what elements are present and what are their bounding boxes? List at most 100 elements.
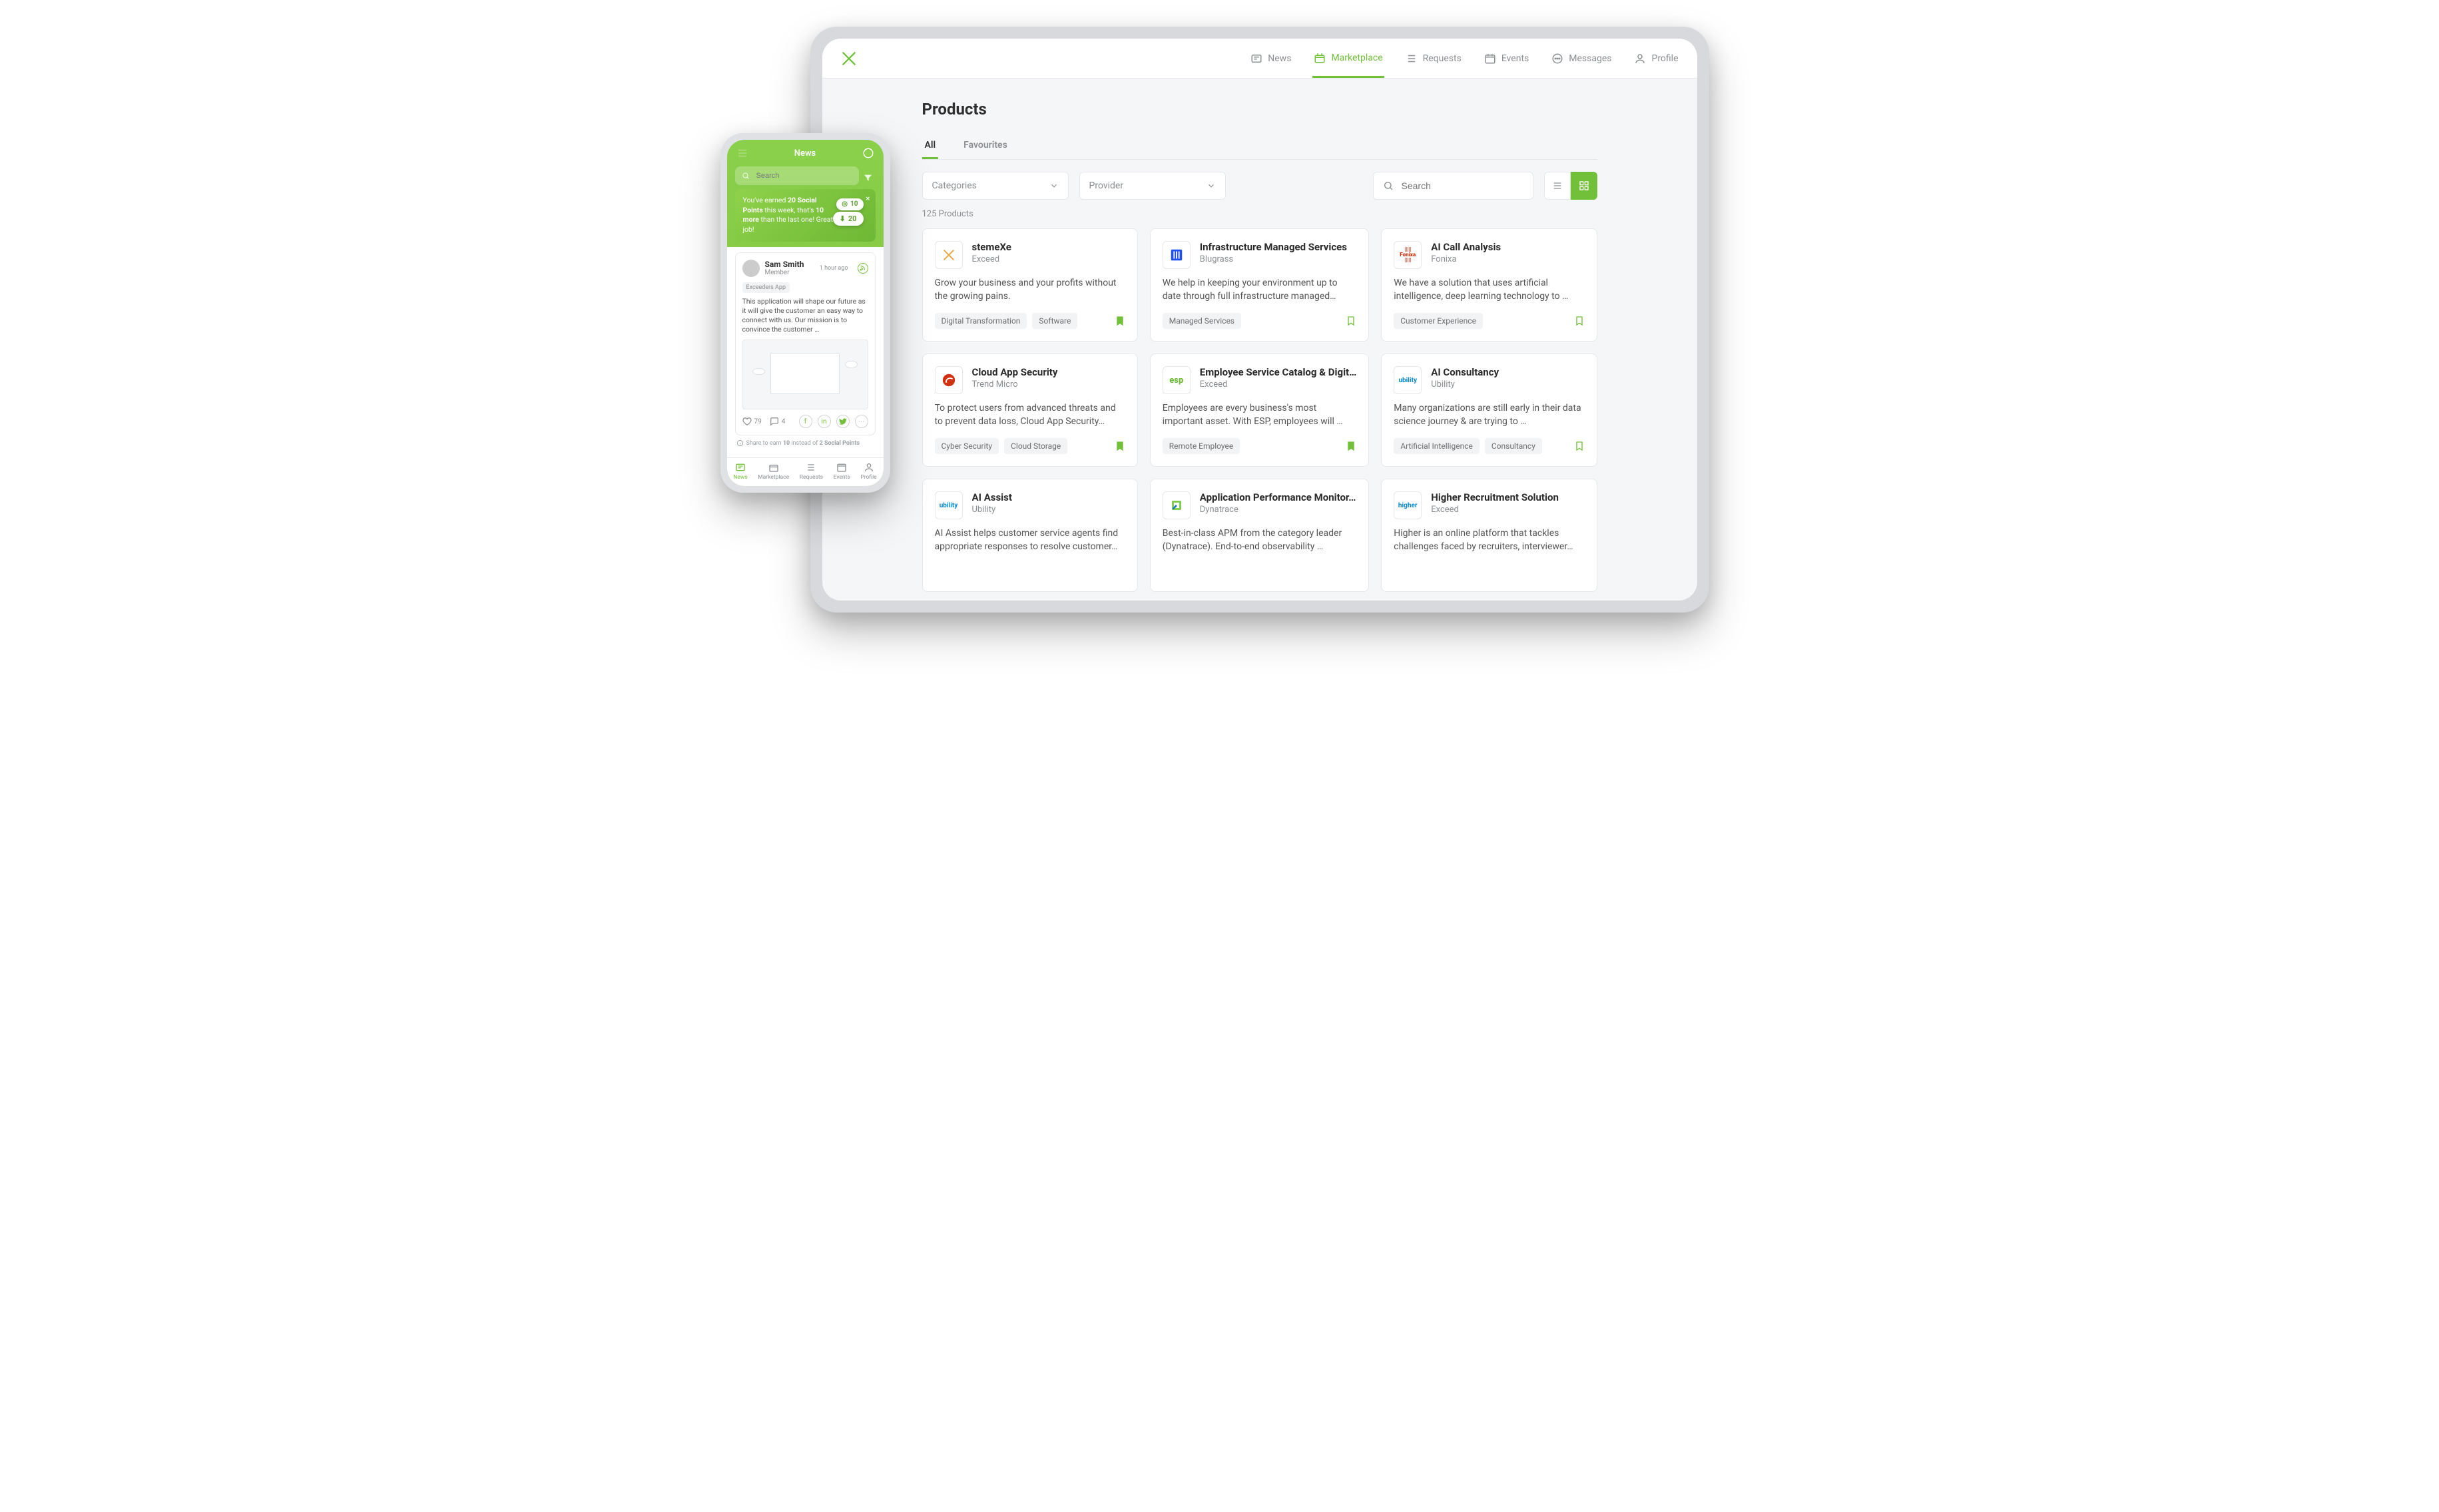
phone-tab-news[interactable]: News [733,462,747,481]
share-text: 10 [783,440,790,447]
product-card[interactable]: |||||Fonixa||||| AI Call Analysis Fonixa… [1381,228,1597,342]
requests-icon [1406,53,1418,65]
product-desc: To protect users from advanced threats a… [935,402,1125,428]
product-logo [935,241,963,269]
product-name: Application Performance Monitor… [1200,491,1356,503]
facebook-share-button[interactable]: f [799,415,812,428]
product-name: AI Call Analysis [1431,241,1584,253]
product-card[interactable]: stemeXe Exceed Grow your business and yo… [922,228,1138,342]
top-nav: News Marketplace Requests Events [822,39,1697,79]
phone-tab-profile[interactable]: Profile [860,462,876,481]
nav-messages[interactable]: Messages [1550,40,1613,77]
more-button[interactable]: ⋯ [855,415,868,428]
news-icon [1250,53,1262,65]
comment-button[interactable]: 4 [770,417,786,426]
like-count: 79 [754,418,762,425]
nav-events[interactable]: Events [1483,40,1530,77]
post-image[interactable] [742,340,868,409]
profile-icon [1634,53,1646,65]
nav-label: Profile [1651,53,1678,64]
post-time: 1 hour ago [820,265,848,272]
phone-tab-requests[interactable]: Requests [800,462,823,481]
nav-requests[interactable]: Requests [1404,40,1463,77]
bookmark-icon[interactable] [1346,440,1356,452]
content-area: Products All Favourites Categories Provi… [822,79,1697,601]
phone-title: News [727,148,884,158]
provider-select[interactable]: Provider [1079,172,1226,200]
bookmark-icon[interactable] [1346,315,1356,327]
bookmark-icon[interactable] [1574,315,1585,327]
search-box[interactable] [1373,172,1533,200]
product-desc: Employees are every business's most impo… [1163,402,1356,428]
product-desc: Higher is an online platform that tackle… [1394,527,1584,553]
grid-view-button[interactable] [1571,172,1597,200]
phone-search-input[interactable] [755,171,852,180]
nav-label: Marketplace [1331,53,1382,63]
banner-text: You've earned [743,196,788,204]
filter-icon[interactable] [863,172,873,183]
product-grid: stemeXe Exceed Grow your business and yo… [922,228,1597,592]
product-card[interactable]: ubility AI Assist Ubility AI Assist help… [922,479,1138,592]
bookmark-icon[interactable] [1115,440,1125,452]
tag-chip: Consultancy [1485,438,1542,454]
tab-label: Profile [860,474,876,481]
post-text: This application will shape our future a… [742,297,868,335]
chevron-down-icon [1049,181,1059,190]
phone-search[interactable] [735,166,859,185]
search-input[interactable] [1400,180,1523,192]
tab-label: Requests [800,474,823,481]
share-text: 2 Social Points [820,440,860,447]
twitter-share-button[interactable] [836,415,850,428]
app-tag: Exceeders App [742,282,790,293]
profile-icon [864,462,874,473]
nav-news[interactable]: News [1249,40,1292,77]
banner-text: this week, that's [763,206,816,214]
product-name: Higher Recruitment Solution [1431,491,1584,503]
list-view-button[interactable] [1544,172,1571,200]
nav-label: News [1268,53,1291,64]
coin-value: 10 [850,200,858,209]
page-title: Products [922,100,1597,119]
tab-label: Events [834,474,850,481]
tab-favourites[interactable]: Favourites [961,133,1010,159]
product-card[interactable]: ubility AI Consultancy Ubility Many orga… [1381,354,1597,467]
product-card[interactable]: Application Performance Monitor… Dynatra… [1150,479,1369,592]
product-provider: Exceed [972,254,1125,264]
product-card[interactable]: esp Employee Service Catalog & Digit… Ex… [1150,354,1369,467]
tag-chip: Customer Experience [1394,313,1483,329]
share-hint: Share to earn 10 instead of 2 Social Poi… [735,435,876,448]
phone-tab-events[interactable]: Events [834,462,850,481]
rss-icon[interactable] [858,263,868,274]
product-logo: ubility [1394,366,1422,394]
close-icon[interactable]: × [866,193,870,204]
coin-large: ⬇ 20 [833,212,864,226]
nav-marketplace[interactable]: Marketplace [1312,40,1384,78]
tablet-screen: News Marketplace Requests Events [822,39,1697,601]
events-icon [836,462,847,473]
tag-chip: Digital Transformation [935,313,1027,329]
bookmark-icon[interactable] [1574,440,1585,452]
categories-select[interactable]: Categories [922,172,1069,200]
tag-chip: Artificial Intelligence [1394,438,1480,454]
product-count: 125 Products [922,209,1597,219]
product-tabs: All Favourites [922,133,1597,160]
bookmark-icon[interactable] [1115,315,1125,327]
avatar[interactable] [742,260,760,277]
product-card[interactable]: higher Higher Recruitment Solution Excee… [1381,479,1597,592]
product-logo: ubility [935,491,963,519]
product-provider: Dynatrace [1200,505,1356,515]
product-card[interactable]: Cloud App Security Trend Micro To protec… [922,354,1138,467]
nav-profile[interactable]: Profile [1633,40,1679,77]
phone-tab-marketplace[interactable]: Marketplace [758,462,789,481]
nav-label: Messages [1569,53,1611,64]
twitter-icon [838,417,848,426]
linkedin-share-button[interactable]: in [818,415,831,428]
search-icon [1383,180,1394,191]
product-name: AI Assist [972,491,1125,503]
phone-frame: News × You've earned 20 Social Points th… [720,133,890,493]
like-button[interactable]: 79 [742,417,762,426]
tab-all[interactable]: All [922,133,939,159]
post-card[interactable]: Sam Smith Member 1 hour ago Exceeders Ap… [735,252,876,436]
comment-icon [770,417,779,426]
product-card[interactable]: Infrastructure Managed Services Blugrass… [1150,228,1369,342]
